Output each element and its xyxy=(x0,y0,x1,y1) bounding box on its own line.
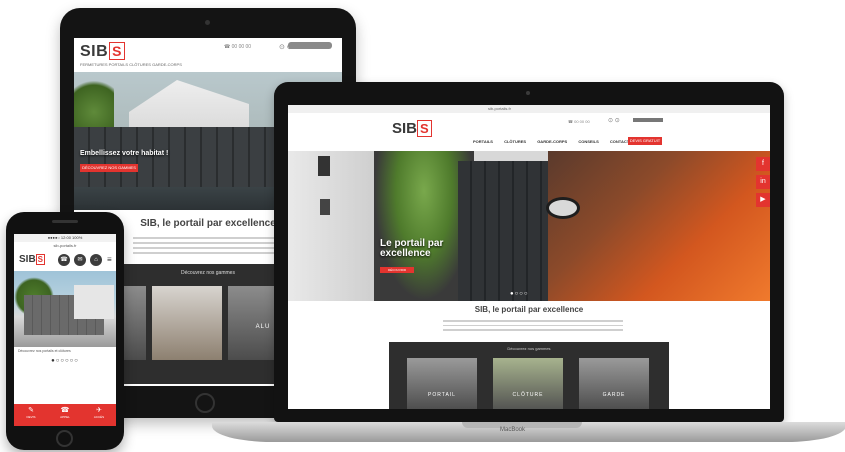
phone-logo[interactable]: SIB S xyxy=(19,254,46,265)
youtube-icon[interactable]: ▶ xyxy=(756,193,770,207)
home-icon[interactable]: ⌂ xyxy=(90,254,102,266)
laptop-url-bar[interactable]: sib-portails.fr xyxy=(288,105,770,113)
laptop-device: sib-portails.fr SIB S ☎ 00 00 00 ⊙ ⊙ PORT… xyxy=(274,82,784,422)
laptop-screen: sib-portails.fr SIB S ☎ 00 00 00 ⊙ ⊙ PORT… xyxy=(288,105,770,409)
wall-lamp-icon xyxy=(318,156,330,176)
tablet-logo[interactable]: SIB S xyxy=(80,42,126,61)
laptop-site-header: SIB S ☎ 00 00 00 ⊙ ⊙ PORTAILS CLÔTURES GA… xyxy=(288,113,770,151)
mail-icon[interactable]: ✉ xyxy=(74,254,86,266)
laptop-hero-slider: Le portail par excellence DÉCOUVRIR ●○○○ … xyxy=(288,151,770,301)
tablet-hero-cta-button[interactable]: DÉCOUVREZ NOS GAMMES xyxy=(80,164,138,172)
laptop-section-title: SIB, le portail par excellence xyxy=(474,305,584,314)
laptop-social-icons[interactable]: ⊙ ⊙ xyxy=(608,117,620,124)
wall-lamp-icon xyxy=(320,199,330,215)
laptop-intro-text xyxy=(443,317,623,334)
laptop-main-nav[interactable]: PORTAILS CLÔTURES GARDE-CORPS CONSEILS C… xyxy=(473,139,629,144)
facebook-icon[interactable]: f xyxy=(756,157,770,171)
laptop-brand-label: MacBook xyxy=(500,427,526,433)
car-image xyxy=(548,151,770,301)
quote-action-button[interactable]: ✎ DEVIS xyxy=(14,404,48,426)
laptop-hero-caption: Le portail par excellence xyxy=(380,238,444,259)
tablet-home-button xyxy=(195,393,215,413)
laptop-phone-number[interactable]: ☎ 00 00 00 xyxy=(568,119,590,124)
laptop-hero-cta-button[interactable]: DÉCOUVRIR xyxy=(380,267,414,273)
phone-screen: ●●●●○ 12:00 100% sib-portails.fr SIB S ☎ … xyxy=(14,234,116,426)
edit-icon: ✎ xyxy=(28,407,34,414)
nav-item-portails[interactable]: PORTAILS xyxy=(473,139,493,144)
nav-item-garde-corps[interactable]: GARDE-CORPS xyxy=(537,139,567,144)
nav-item-conseils[interactable]: CONSEILS xyxy=(578,139,598,144)
phone-url-bar[interactable]: sib-portails.fr xyxy=(14,242,116,249)
laptop-gallery-item[interactable]: GARDE xyxy=(579,358,649,409)
phone-speaker xyxy=(52,220,78,223)
laptop-gallery-item[interactable]: PORTAIL xyxy=(407,358,477,409)
tablet-header: SIB S ☎ 00 00 00 ⊙ ⊙ FERMETURES PORTAILS … xyxy=(74,38,342,72)
slider-dots[interactable]: ●○○○ xyxy=(510,291,529,297)
call-action-button[interactable]: ☎ APPEL xyxy=(48,404,82,426)
phone-home-button xyxy=(56,430,73,447)
tablet-tagline: FERMETURES PORTAILS CLÔTURES GARDE-CORPS xyxy=(80,62,182,67)
laptop-quote-button[interactable]: DEVIS GRATUIT xyxy=(628,137,662,145)
wall-image xyxy=(288,151,374,301)
nav-item-clotures[interactable]: CLÔTURES xyxy=(504,139,526,144)
tablet-camera xyxy=(205,20,210,25)
laptop-gallery: Découvrez nos gammes PORTAIL CLÔTURE GAR… xyxy=(389,342,669,409)
phone-device: ●●●●○ 12:00 100% sib-portails.fr SIB S ☎ … xyxy=(6,212,124,450)
car-mirror-image xyxy=(546,197,580,219)
nav-item-contact[interactable]: CONTACT xyxy=(610,139,629,144)
linkedin-icon[interactable]: in xyxy=(756,175,770,189)
house-image xyxy=(74,285,114,319)
hamburger-menu-icon[interactable]: ≡ xyxy=(107,255,112,264)
phone-status-bar: ●●●●○ 12:00 100% xyxy=(14,234,116,242)
tablet-phone-number[interactable]: ☎ 00 00 00 xyxy=(224,44,251,50)
phone-slider-dots[interactable]: ●○○○○○ xyxy=(14,357,116,366)
laptop-camera xyxy=(526,91,530,95)
laptop-gallery-heading: Découvrez nos gammes xyxy=(507,346,551,351)
phone-header: SIB S ☎ ✉ ⌂ ≡ xyxy=(14,249,116,271)
laptop-logo[interactable]: SIB S xyxy=(392,120,432,137)
directions-icon: ✈ xyxy=(96,407,102,414)
directions-action-button[interactable]: ✈ ACCÈS xyxy=(82,404,116,426)
device-mockup-stage: SIB S ☎ 00 00 00 ⊙ ⊙ FERMETURES PORTAILS … xyxy=(0,0,845,452)
phone-icon: ☎ xyxy=(60,407,70,414)
tablet-hero-caption: Embellissez votre habitat ! xyxy=(80,150,169,157)
laptop-header-button[interactable] xyxy=(633,118,663,122)
tablet-gallery-item[interactable] xyxy=(152,286,222,360)
phone-hero-caption: Découvrez nos portails et clôtures xyxy=(18,349,71,353)
phone-call-icon[interactable]: ☎ xyxy=(58,254,70,266)
phone-bottom-action-bar: ✎ DEVIS ☎ APPEL ✈ ACCÈS xyxy=(14,404,116,426)
tablet-header-button[interactable] xyxy=(288,42,332,49)
tablet-intro-text xyxy=(133,237,283,254)
laptop-gallery-item[interactable]: CLÔTURE xyxy=(493,358,563,409)
phone-hero-image xyxy=(14,271,116,347)
